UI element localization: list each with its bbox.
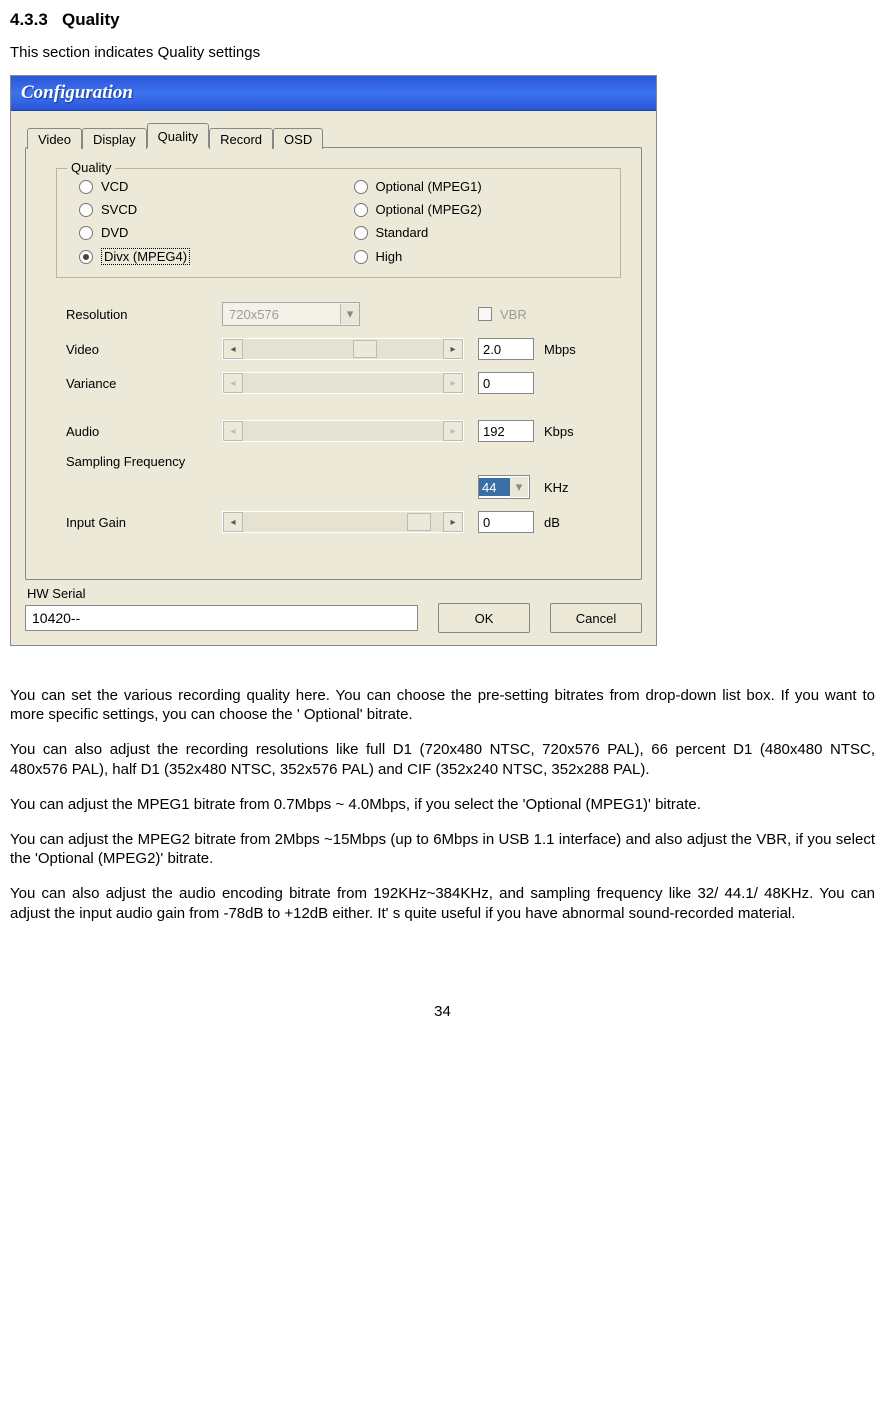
resolution-row: Resolution 720x576 ▾ VBR <box>56 296 621 332</box>
radio-icon <box>354 226 368 240</box>
radio-icon <box>354 250 368 264</box>
body-paragraph: You can also adjust the recording resolu… <box>10 740 875 778</box>
video-slider[interactable]: ◂ ▸ <box>222 338 464 360</box>
radio-icon <box>79 226 93 240</box>
slider-thumb[interactable] <box>353 340 377 358</box>
radio-label: High <box>376 249 403 264</box>
arrow-left-icon[interactable]: ◂ <box>223 512 243 532</box>
arrow-right-icon: ▸ <box>443 421 463 441</box>
section-heading: 4.3.3 Quality <box>10 10 875 30</box>
radio-icon <box>79 180 93 194</box>
sampling-row: Sampling Frequency 44 ▾ KHz <box>56 448 621 505</box>
dialog-titlebar: Configuration <box>11 76 656 111</box>
radio-label: Optional (MPEG2) <box>376 202 482 217</box>
slider-thumb[interactable] <box>407 513 431 531</box>
body-paragraph: You can also adjust the audio encoding b… <box>10 884 875 922</box>
page-number: 34 <box>10 1003 875 1020</box>
arrow-right-icon: ▸ <box>443 373 463 393</box>
gain-unit: dB <box>544 515 604 530</box>
radio-standard[interactable]: Standard <box>354 225 609 240</box>
vbr-checkbox[interactable] <box>478 307 492 321</box>
audio-label: Audio <box>66 424 216 439</box>
radio-label: Divx (MPEG4) <box>101 248 190 265</box>
hw-serial-section: HW Serial 10420-- OK Cancel <box>25 586 642 633</box>
radio-divx[interactable]: Divx (MPEG4) <box>79 248 334 265</box>
radio-label: VCD <box>101 179 128 194</box>
arrow-left-icon: ◂ <box>223 421 243 441</box>
radio-label: DVD <box>101 225 128 240</box>
chevron-down-icon: ▾ <box>340 304 359 324</box>
gain-label: Input Gain <box>66 515 216 530</box>
variance-slider: ◂ ▸ <box>222 372 464 394</box>
radio-icon <box>79 250 93 264</box>
hw-serial-label: HW Serial <box>25 586 642 601</box>
tab-quality[interactable]: Quality <box>147 123 209 148</box>
audio-value-box[interactable]: 192 <box>478 420 534 442</box>
configuration-dialog: Configuration Video Display Quality Reco… <box>10 75 657 646</box>
arrow-left-icon: ◂ <box>223 373 243 393</box>
variance-label: Variance <box>66 376 216 391</box>
resolution-dropdown[interactable]: 720x576 ▾ <box>222 302 360 326</box>
gain-slider[interactable]: ◂ ▸ <box>222 511 464 533</box>
vbr-label: VBR <box>500 307 527 322</box>
resolution-label: Resolution <box>66 307 216 322</box>
video-value-box[interactable]: 2.0 <box>478 338 534 360</box>
radio-optional-mpeg1[interactable]: Optional (MPEG1) <box>354 179 609 194</box>
audio-row: Audio ◂ ▸ 192 Kbps <box>56 414 621 448</box>
sampling-label: Sampling Frequency <box>66 454 472 469</box>
heading-title: Quality <box>62 10 120 29</box>
sampling-unit: KHz <box>544 480 604 495</box>
cancel-button[interactable]: Cancel <box>550 603 642 633</box>
radio-dvd[interactable]: DVD <box>79 225 334 240</box>
groupbox-title: Quality <box>67 160 115 175</box>
video-row: Video ◂ ▸ 2.0 Mbps <box>56 332 621 366</box>
ok-button[interactable]: OK <box>438 603 530 633</box>
video-label: Video <box>66 342 216 357</box>
radio-icon <box>354 180 368 194</box>
heading-number: 4.3.3 <box>10 10 48 29</box>
radio-svcd[interactable]: SVCD <box>79 202 334 217</box>
tab-osd[interactable]: OSD <box>273 128 323 149</box>
tab-record[interactable]: Record <box>209 128 273 149</box>
radio-label: Optional (MPEG1) <box>376 179 482 194</box>
variance-row: Variance ◂ ▸ 0 <box>56 366 621 400</box>
radio-vcd[interactable]: VCD <box>79 179 334 194</box>
radio-optional-mpeg2[interactable]: Optional (MPEG2) <box>354 202 609 217</box>
variance-value-box[interactable]: 0 <box>478 372 534 394</box>
radio-high[interactable]: High <box>354 248 609 265</box>
body-paragraph: You can set the various recording qualit… <box>10 686 875 724</box>
tab-panel: Quality VCD Optional (MPEG1) SVCD <box>25 147 642 580</box>
quality-groupbox: Quality VCD Optional (MPEG1) SVCD <box>56 168 621 278</box>
tab-video[interactable]: Video <box>27 128 82 149</box>
body-paragraph: You can adjust the MPEG1 bitrate from 0.… <box>10 795 875 814</box>
video-unit: Mbps <box>544 342 604 357</box>
arrow-right-icon[interactable]: ▸ <box>443 512 463 532</box>
tab-display[interactable]: Display <box>82 128 147 149</box>
gain-row: Input Gain ◂ ▸ 0 dB <box>56 505 621 539</box>
radio-label: Standard <box>376 225 429 240</box>
radio-icon <box>354 203 368 217</box>
intro-text: This section indicates Quality settings <box>10 44 875 61</box>
radio-icon <box>79 203 93 217</box>
body-paragraph: You can adjust the MPEG2 bitrate from 2M… <box>10 830 875 868</box>
arrow-right-icon[interactable]: ▸ <box>443 339 463 359</box>
sampling-value: 44 <box>479 478 510 496</box>
sampling-dropdown[interactable]: 44 ▾ <box>478 475 530 499</box>
audio-slider: ◂ ▸ <box>222 420 464 442</box>
radio-label: SVCD <box>101 202 137 217</box>
arrow-left-icon[interactable]: ◂ <box>223 339 243 359</box>
tab-strip: Video Display Quality Record OSD <box>25 123 642 148</box>
audio-unit: Kbps <box>544 424 604 439</box>
resolution-value: 720x576 <box>229 307 279 322</box>
chevron-down-icon: ▾ <box>510 477 528 497</box>
gain-value-box[interactable]: 0 <box>478 511 534 533</box>
hw-serial-value[interactable]: 10420-- <box>25 605 418 631</box>
